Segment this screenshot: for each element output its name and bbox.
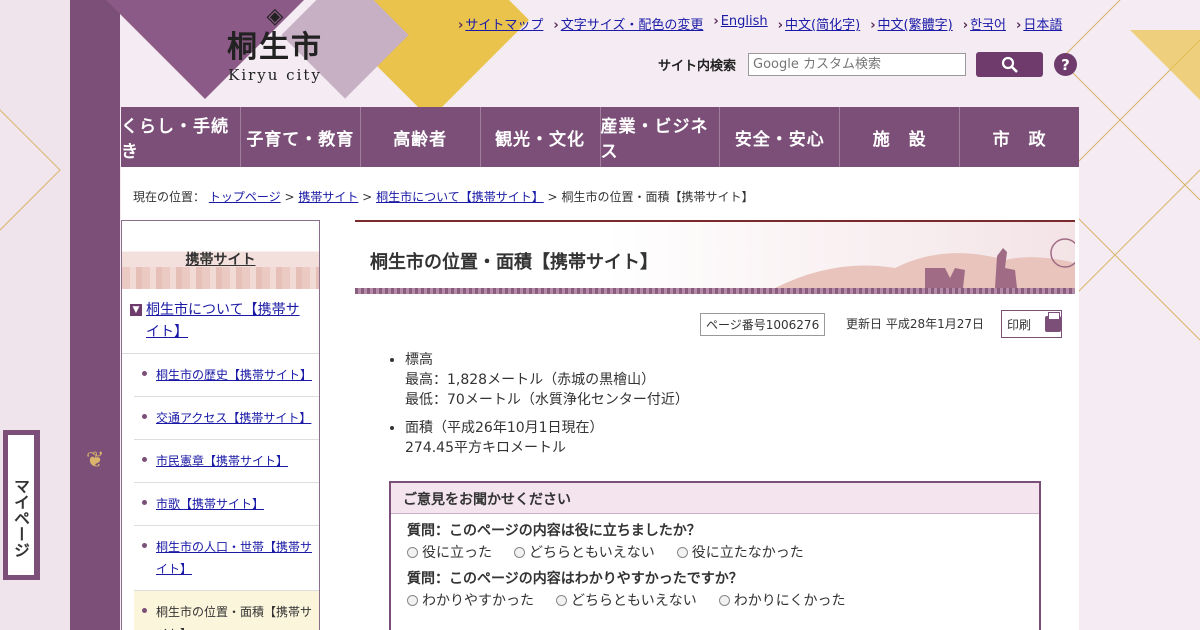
sidebar: 携帯サイト ▼ 桐生市について【携帯サイト】 桐生市の歴史【携帯サイト】 交通ア… bbox=[121, 220, 320, 630]
sidebar-item-history[interactable]: 桐生市の歴史【携帯サイト】 bbox=[156, 368, 312, 382]
radio-unclear[interactable]: わかりにくかった bbox=[718, 590, 845, 610]
feedback-question-1: 質問：このページの内容は役に立ちましたか？ bbox=[407, 523, 701, 539]
breadcrumb-about[interactable]: 桐生市について【携帯サイト】 bbox=[376, 190, 544, 204]
city-emblem-icon: ◈ bbox=[266, 4, 284, 29]
logo-kanji: 桐生市 bbox=[227, 30, 323, 65]
radio-button[interactable] bbox=[556, 594, 567, 606]
radio-button[interactable] bbox=[676, 546, 688, 558]
nav-city-admin[interactable]: 市 政 bbox=[959, 107, 1079, 167]
page-title: 桐生市の位置・面積【携帯サイト】 bbox=[370, 252, 658, 273]
nav-safety[interactable]: 安全・安心 bbox=[719, 107, 839, 167]
link-chinese-traditional[interactable]: 中文(繁體字) bbox=[870, 14, 953, 33]
nav-business[interactable]: 産業・ビジネス bbox=[599, 107, 720, 167]
mypage-tab[interactable]: マイページ bbox=[3, 430, 40, 580]
sidebar-item: 桐生市の歴史【携帯サイト】 bbox=[134, 354, 319, 397]
feedback-question-2: 質問：このページの内容はわかりやすかったですか？ bbox=[407, 571, 743, 587]
site-search: サイト内検索 ? bbox=[658, 52, 1077, 77]
feedback-form: ご意見をお聞かせください 質問：このページの内容は役に立ちましたか？ 役に立った… bbox=[389, 481, 1041, 630]
radio-button[interactable] bbox=[407, 546, 418, 558]
nav-living[interactable]: くらし・手続き bbox=[121, 107, 240, 167]
radio-useful[interactable]: 役に立った bbox=[407, 542, 492, 562]
heading-underline bbox=[355, 288, 1075, 294]
link-japanese[interactable]: 日本語 bbox=[1016, 14, 1062, 33]
page-number: ページ番号1006276 bbox=[700, 313, 826, 336]
sidebar-item: 市歌【携帯サイト】 bbox=[134, 483, 319, 526]
radio-button[interactable] bbox=[514, 546, 525, 558]
breadcrumb-top[interactable]: トップページ bbox=[209, 190, 281, 204]
link-english[interactable]: English bbox=[713, 14, 768, 33]
print-button[interactable]: 印刷 bbox=[1001, 310, 1062, 338]
link-sitemap[interactable]: サイトマップ bbox=[458, 14, 543, 33]
sidebar-header: 携帯サイト bbox=[122, 221, 319, 289]
sidebar-item-current: 桐生市の位置・面積【携帯サイト】 bbox=[134, 591, 319, 630]
nav-facilities[interactable]: 施 設 bbox=[839, 107, 959, 167]
sidebar-parent-link[interactable]: 桐生市について【携帯サイト】 bbox=[146, 299, 313, 343]
breadcrumb-mobile[interactable]: 携帯サイト bbox=[298, 190, 358, 204]
radio-not-useful[interactable]: 役に立たなかった bbox=[676, 542, 804, 562]
search-icon bbox=[1001, 56, 1018, 73]
sidebar-item-access[interactable]: 交通アクセス【携帯サイト】 bbox=[156, 411, 311, 425]
nav-elderly[interactable]: 高齢者 bbox=[359, 107, 480, 167]
breadcrumb-current: 桐生市の位置・面積【携帯サイト】 bbox=[561, 190, 754, 204]
safari-decoration-icon bbox=[775, 238, 1075, 288]
sidebar-item-song[interactable]: 市歌【携帯サイト】 bbox=[156, 497, 264, 511]
radio-button[interactable] bbox=[407, 594, 418, 606]
nav-childcare[interactable]: 子育て・教育 bbox=[239, 107, 360, 167]
radio-clear[interactable]: わかりやすかった bbox=[407, 590, 534, 610]
updated-date: 更新日 平成28年1月27日 bbox=[846, 317, 984, 331]
sidebar-item-charter[interactable]: 市民憲章【携帯サイト】 bbox=[156, 454, 288, 468]
search-button[interactable] bbox=[976, 52, 1043, 77]
content-list: 標高 最高：1,828メートル（赤城の黒檜山） 最低：70メートル（水質浄化セン… bbox=[405, 350, 689, 466]
radio-button[interactable] bbox=[718, 594, 730, 606]
sidebar-list: 桐生市の歴史【携帯サイト】 交通アクセス【携帯サイト】 市民憲章【携帯サイト】 … bbox=[134, 354, 319, 630]
feedback-title: ご意見をお聞かせください bbox=[391, 483, 1039, 514]
leaf-icon: ❦ bbox=[86, 448, 105, 473]
sidebar-parent: ▼ 桐生市について【携帯サイト】 bbox=[122, 289, 319, 354]
search-input[interactable] bbox=[748, 53, 966, 76]
link-font-color[interactable]: 文字サイズ・配色の変更 bbox=[553, 14, 704, 33]
mypage-label: マイページ bbox=[7, 434, 35, 576]
site-logo[interactable]: ◈ 桐生市 Kiryu city bbox=[220, 2, 330, 86]
feedback-options-1: 役に立った どちらともいえない 役に立たなかった bbox=[391, 540, 1039, 562]
link-chinese-simplified[interactable]: 中文(简化字) bbox=[778, 14, 860, 33]
skyline-decoration bbox=[122, 267, 319, 289]
radio-neutral[interactable]: どちらともいえない bbox=[514, 542, 655, 562]
sidebar-item: 交通アクセス【携帯サイト】 bbox=[134, 397, 319, 440]
search-label: サイト内検索 bbox=[658, 59, 737, 74]
radio-neutral-2[interactable]: どちらともいえない bbox=[556, 590, 697, 610]
print-label: 印刷 bbox=[1007, 317, 1032, 332]
background-lines bbox=[1060, 0, 1200, 341]
feedback-options-2: わかりやすかった どちらともいえない わかりにくかった bbox=[391, 588, 1039, 610]
nav-tourism[interactable]: 観光・文化 bbox=[479, 107, 600, 167]
sidebar-item: 桐生市の人口・世帯【携帯サイト】 bbox=[134, 526, 319, 591]
sidebar-item-population[interactable]: 桐生市の人口・世帯【携帯サイト】 bbox=[156, 540, 312, 576]
sidebar-title[interactable]: 携帯サイト bbox=[186, 252, 256, 268]
page-meta: ページ番号1006276 更新日 平成28年1月27日 印刷 bbox=[355, 310, 1075, 338]
sidebar-item: 市民憲章【携帯サイト】 bbox=[134, 440, 319, 483]
arrow-down-icon: ▼ bbox=[130, 304, 142, 316]
printer-icon bbox=[1045, 312, 1061, 332]
background-stripe bbox=[70, 0, 120, 630]
page-heading-box: 桐生市の位置・面積【携帯サイト】 bbox=[355, 220, 1075, 294]
utility-links: サイトマップ 文字サイズ・配色の変更 English 中文(简化字) 中文(繁體… bbox=[458, 14, 1072, 33]
breadcrumb: 現在の位置： トップページ > 携帯サイト > 桐生市について【携帯サイト】 >… bbox=[133, 190, 754, 204]
help-icon[interactable]: ? bbox=[1054, 53, 1077, 76]
list-item: 標高 最高：1,828メートル（赤城の黒檜山） 最低：70メートル（水質浄化セン… bbox=[405, 350, 689, 410]
main-area: 現在の位置： トップページ > 携帯サイト > 桐生市について【携帯サイト】 >… bbox=[121, 167, 1079, 630]
list-item: 面積（平成26年10月1日現在） 274.45平方キロメートル bbox=[405, 418, 689, 458]
link-korean[interactable]: 한국어 bbox=[963, 14, 1006, 33]
global-nav: くらし・手続き 子育て・教育 高齢者 観光・文化 産業・ビジネス 安全・安心 施… bbox=[121, 107, 1079, 167]
logo-roman: Kiryu city bbox=[228, 66, 322, 84]
content: 桐生市の位置・面積【携帯サイト】 ページ番号1006276 更新日 平成28年1… bbox=[355, 220, 1075, 630]
